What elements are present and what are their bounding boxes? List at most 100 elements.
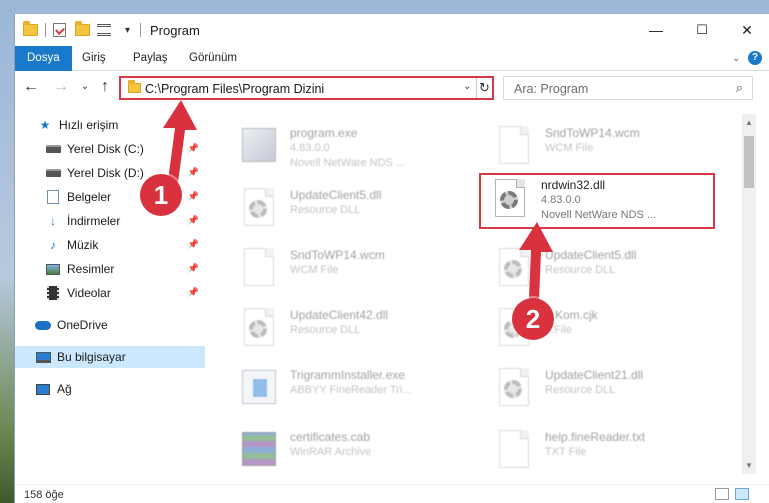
minimize-button[interactable]: — [633,14,679,46]
sidebar-item-label: Bu bilgisayar [57,350,126,364]
list-item[interactable]: certificates.cab WinRAR Archive [230,424,470,480]
sidebar-item-onedrive[interactable]: OneDrive [15,314,205,336]
tab-giris[interactable]: Giriş [82,46,106,71]
file-icon [495,126,533,168]
recent-locations-button[interactable]: ⌄ [75,76,95,98]
customize-icon[interactable] [97,22,111,38]
tab-dosya[interactable]: Dosya [15,46,72,71]
documents-icon [45,190,61,204]
details-view-icon[interactable] [715,488,729,500]
pin-icon[interactable]: 📌 [188,143,199,154]
scroll-down-icon[interactable]: ▼ [742,461,756,470]
sidebar-item-pictures[interactable]: Resimler 📌 [15,258,205,280]
search-input[interactable]: Ara: Program [514,82,588,96]
status-bar: 158 öğe [15,484,769,503]
pin-icon[interactable]: 📌 [188,239,199,250]
scroll-thumb[interactable] [744,136,754,188]
address-path[interactable]: C:\Program Files\Program Dizini [145,82,324,96]
installer-icon [240,368,278,410]
file-list: program.exe 4.83.0.0 Novell NetWare NDS … [220,112,740,472]
pin-icon[interactable]: 📌 [188,167,199,178]
back-button[interactable]: ← [21,76,41,98]
sidebar-item-network[interactable]: Ağ [15,378,205,400]
file-version: 4.83.0.0 [541,194,581,206]
maximize-button[interactable]: ☐ [679,14,725,46]
sidebar-item-disk-c[interactable]: Yerel Disk (C:) 📌 [15,138,205,160]
folder-icon [23,21,38,38]
sidebar-item-music[interactable]: ♪ Müzik 📌 [15,234,205,256]
new-folder-icon[interactable] [75,21,90,38]
list-item[interactable]: SndToWP14.wcm WCM File [485,120,725,176]
large-icons-view-icon[interactable] [735,488,749,500]
dll-file-icon [495,368,533,410]
divider [45,23,46,37]
sidebar-item-downloads[interactable]: ↓ İndirmeler 📌 [15,210,205,232]
file-name: UpdateClient21.dll [545,368,644,382]
pin-icon[interactable]: 📌 [188,263,199,274]
sidebar-item-label: Yerel Disk (C:) [67,142,144,156]
file-type: WCM File [545,142,594,154]
dll-file-icon [240,188,278,230]
sidebar-item-quick-access[interactable]: ★ Hızlı erişim [15,114,205,136]
download-icon: ↓ [50,214,56,228]
chevron-down-icon[interactable]: ⌄ [463,81,471,92]
list-item[interactable]: UpdateClient21.dll Resource DLL [485,362,725,418]
navigation-pane: ★ Hızlı erişim Yerel Disk (C:) 📌 Yerel D… [15,114,205,474]
search-icon[interactable]: ⌕ [736,80,743,96]
pin-icon[interactable]: 📌 [188,215,199,226]
close-button[interactable]: ✕ [724,14,769,46]
drive-icon [45,166,61,180]
sidebar-item-this-pc[interactable]: Bu bilgisayar [15,346,205,368]
list-item[interactable]: UpdateClient42.dll Resource DLL [230,302,470,358]
step-2-badge: 2 [512,298,554,340]
sidebar-item-videos[interactable]: Videolar 📌 [15,282,205,304]
file-name: certificates.cab [290,430,371,444]
list-item[interactable]: program.exe 4.83.0.0 Novell NetWare NDS … [230,120,470,176]
list-item[interactable]: help.fineReader.txt TXT File [485,424,725,480]
list-item[interactable]: UpdateClient5.dll Resource DLL [485,242,725,298]
item-count: 158 öğe [24,489,64,501]
chevron-down-icon[interactable]: ⌄ [732,53,740,64]
network-icon [35,382,51,396]
drive-icon [45,142,61,156]
dll-file-icon [495,248,533,290]
list-item[interactable]: SndToWP14.wcm WCM File [230,242,470,298]
file-type: Resource DLL [545,384,616,396]
star-icon: ★ [39,118,51,132]
file-name: SndToWP14.wcm [290,248,385,262]
address-bar[interactable]: C:\Program Files\Program Dizini ⌄ ↻ [119,76,494,100]
file-type: WinRAR Archive [290,446,372,458]
list-item[interactable]: UpdateClient5.dll Resource DLL [230,182,470,238]
file-type: Resource DLL [290,324,361,336]
forward-button[interactable]: → [51,76,71,98]
sidebar-item-label: Ağ [57,382,72,396]
dll-file-icon [491,179,529,221]
up-button[interactable]: ↑ [95,76,115,98]
refresh-button[interactable]: ↻ [476,78,492,98]
computer-icon [35,350,51,364]
pin-icon[interactable]: 📌 [188,287,199,298]
file-name: SndToWP14.wcm [545,126,640,140]
help-icon[interactable]: ? [748,51,762,65]
file-description: Novell NetWare NDS ... [541,209,657,221]
properties-icon[interactable] [53,22,66,38]
tab-paylas[interactable]: Paylaş [133,46,168,71]
file-type: TXT File [545,446,587,458]
vertical-scrollbar[interactable]: ▲ ▼ [742,114,756,474]
highlighted-file-nrdwin32[interactable]: nrdwin32.dll 4.83.0.0 Novell NetWare NDS… [479,173,715,229]
sidebar-item-label: Hızlı erişim [59,118,119,132]
file-description: Novell NetWare NDS ... [290,157,406,169]
scroll-up-icon[interactable]: ▲ [742,118,756,127]
tab-gorunum[interactable]: Görünüm [189,46,237,71]
folder-icon [128,80,141,93]
file-icon [240,248,278,290]
list-item[interactable]: TrigrammInstaller.exe ABBYY FineReader T… [230,362,470,418]
file-name: UpdateClient42.dll [290,308,389,322]
pin-icon[interactable]: 📌 [188,191,199,202]
sidebar-item-label: Belgeler [67,190,112,204]
quick-access-dropdown-icon[interactable]: ▾ [125,22,130,38]
archive-icon [240,430,278,472]
sidebar-item-label: OneDrive [57,318,108,332]
sidebar-item-label: Videolar [67,286,111,300]
search-box[interactable]: Ara: Program ⌕ [503,76,753,100]
